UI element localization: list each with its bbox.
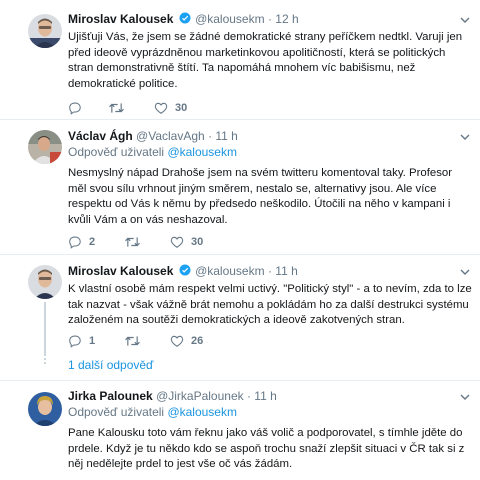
- reply-icon: [69, 102, 81, 115]
- verified-icon: [179, 264, 191, 276]
- tweet-text: K vlastní osobě mám respekt velmi uctivý…: [68, 283, 472, 327]
- timestamp[interactable]: · 12 h: [268, 12, 299, 26]
- reply-button[interactable]: 1: [68, 334, 124, 348]
- like-button[interactable]: 26: [170, 334, 203, 348]
- tweet-2[interactable]: Václav Ágh @VaclavAgh · 11 h Odpověď uži…: [0, 120, 480, 255]
- retweet-button[interactable]: [124, 235, 170, 249]
- tweet-text: Ujišťuji Vás, že jsem se žádné demokrati…: [68, 31, 463, 90]
- timestamp[interactable]: · 11 h: [268, 264, 298, 278]
- reply-count: 1: [89, 335, 96, 347]
- tweet-actions: 2 30: [68, 234, 203, 250]
- retweet-icon: [125, 336, 140, 346]
- tweet-actions: 30: [68, 100, 187, 116]
- mention-link[interactable]: @kalousekm: [167, 405, 237, 419]
- chevron-down-icon[interactable]: [460, 17, 470, 23]
- display-name[interactable]: Václav Ágh: [68, 129, 133, 143]
- like-count: 30: [175, 102, 188, 114]
- tweet-header: Václav Ágh @VaclavAgh · 11 h: [68, 128, 472, 144]
- reply-icon: [69, 236, 81, 249]
- timestamp[interactable]: · 11 h: [247, 389, 277, 403]
- tweet-header: Miroslav Kalousek @kalousekm · 11 h: [68, 263, 472, 279]
- mention-link[interactable]: @kalousekm: [167, 145, 237, 159]
- tweet-header: Jirka Palounek @JirkaPalounek · 11 h: [68, 388, 472, 404]
- reply-count: 2: [89, 236, 96, 248]
- reply-context: Odpověď uživateli @kalousekm: [68, 405, 237, 419]
- user-handle[interactable]: @JirkaPalounek: [156, 389, 244, 403]
- tweet-3[interactable]: Miroslav Kalousek @kalousekm · 11 h K vl…: [0, 255, 480, 355]
- display-name[interactable]: Miroslav Kalousek: [68, 12, 173, 26]
- like-icon: [154, 102, 168, 114]
- retweet-icon: [109, 103, 124, 113]
- reply-button[interactable]: 2: [68, 235, 124, 249]
- user-handle[interactable]: @kalousekm: [195, 12, 265, 26]
- more-replies-link[interactable]: 1 další odpověď: [68, 358, 153, 372]
- like-icon: [170, 335, 184, 347]
- tweet-4[interactable]: Jirka Palounek @JirkaPalounek · 11 h Odp…: [0, 381, 480, 480]
- like-count: 30: [191, 236, 204, 248]
- chevron-down-icon[interactable]: [460, 134, 470, 140]
- like-button[interactable]: 30: [170, 235, 203, 249]
- timestamp[interactable]: · 11 h: [208, 129, 238, 143]
- like-count: 26: [191, 335, 204, 347]
- avatar[interactable]: [28, 265, 62, 299]
- chevron-down-icon[interactable]: [460, 269, 470, 275]
- retweet-button[interactable]: [108, 101, 154, 115]
- tweet-text: Nesmyslný nápad Drahoše jsem na svém twi…: [68, 167, 453, 226]
- verified-icon: [179, 12, 191, 24]
- user-handle[interactable]: @VaclavAgh: [136, 129, 205, 143]
- avatar[interactable]: [28, 130, 62, 164]
- chevron-down-icon[interactable]: [460, 394, 470, 400]
- user-handle[interactable]: @kalousekm: [195, 264, 265, 278]
- tweet-header: Miroslav Kalousek @kalousekm · 12 h: [68, 11, 472, 27]
- reply-context: Odpověď uživateli @kalousekm: [68, 145, 237, 159]
- thread-line-dots: [44, 358, 46, 364]
- tweet-actions: 1 26: [68, 333, 203, 349]
- retweet-icon: [125, 237, 140, 247]
- avatar[interactable]: [28, 392, 62, 426]
- display-name[interactable]: Miroslav Kalousek: [68, 264, 173, 278]
- display-name[interactable]: Jirka Palounek: [68, 389, 153, 403]
- reply-icon: [69, 335, 81, 348]
- tweet-1[interactable]: Miroslav Kalousek @kalousekm · 12 h Ujiš…: [0, 0, 480, 116]
- like-icon: [170, 236, 184, 248]
- like-button[interactable]: 30: [154, 101, 187, 115]
- reply-button[interactable]: [68, 101, 108, 115]
- retweet-button[interactable]: [124, 334, 170, 348]
- avatar[interactable]: [28, 14, 62, 48]
- tweet-text: Pane Kalousku toto vám řeknu jako váš vo…: [68, 427, 465, 471]
